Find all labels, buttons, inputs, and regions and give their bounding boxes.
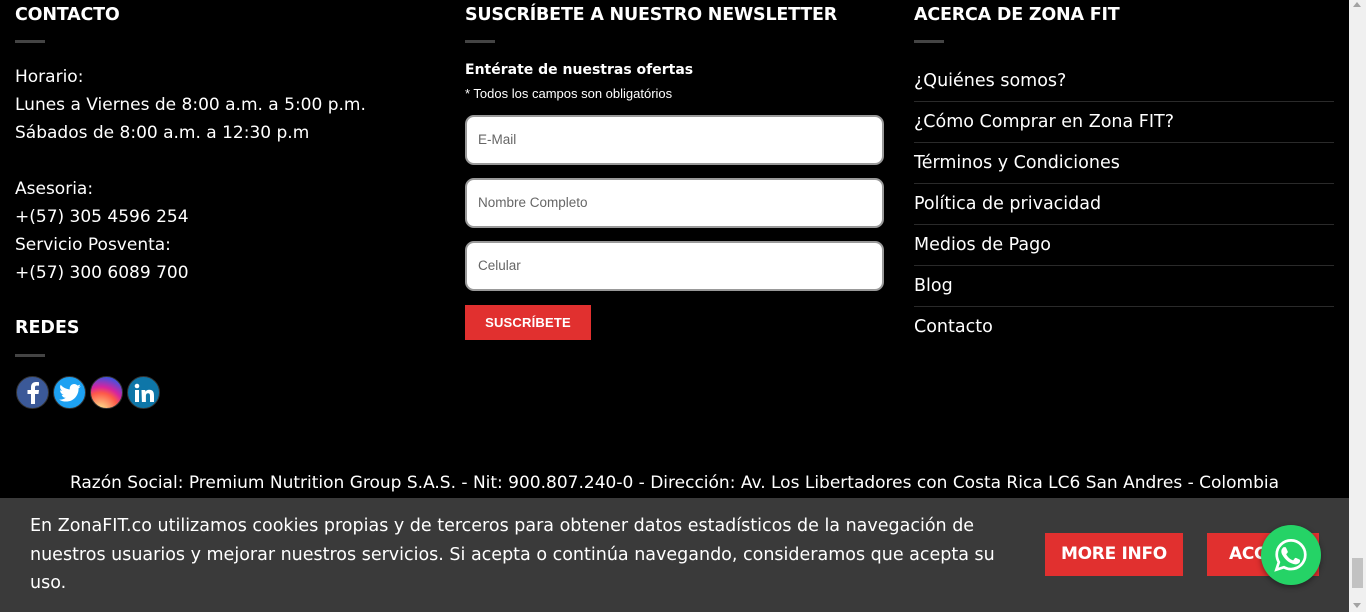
contact-title: CONTACTO [15,5,120,25]
newsletter-subtitle: Entérate de nuestras ofertas [465,62,694,78]
linkedin-icon[interactable] [127,376,160,409]
scroll-down-arrow-icon[interactable] [1353,603,1361,608]
subscribe-button[interactable]: SUSCRÍBETE [465,305,591,340]
email-field[interactable]: E-Mail [465,115,884,165]
horario-label: Horario: [15,67,84,87]
contact-info: Horario: Lunes a Viernes de 8:00 a.m. a … [15,63,435,287]
scrollbar-thumb[interactable] [1352,558,1363,588]
cookie-text: En ZonaFIT.co utilizamos cookies propias… [30,516,995,593]
required-note: * Todos los campos son obligatórios [465,86,673,101]
scroll-up-arrow-icon[interactable] [1353,2,1361,7]
twitter-icon[interactable] [53,376,86,409]
weekday-hours: Lunes a Viernes de 8:00 a.m. a 5:00 p.m. [15,95,366,115]
newsletter-title: SUSCRÍBETE A NUESTRO NEWSLETTER [465,5,838,25]
about-title: ACERCA DE ZONA FIT [914,5,1120,25]
about-link-medios-pago[interactable]: Medios de Pago [914,225,1334,266]
about-link-privacidad[interactable]: Política de privacidad [914,184,1334,225]
asesoria-label: Asesoria: [15,179,94,199]
title-divider [15,40,45,43]
instagram-icon[interactable] [90,376,123,409]
more-info-button[interactable]: MORE INFO [1045,533,1183,576]
cookie-banner: En ZonaFIT.co utilizamos cookies propias… [0,498,1349,612]
social-links [16,376,160,409]
newsletter-column: SUSCRÍBETE A NUESTRO NEWSLETTER Entérate… [465,0,885,340]
about-link-contacto[interactable]: Contacto [914,307,1334,348]
about-column: ACERCA DE ZONA FIT ¿Quiénes somos? ¿Cómo… [914,0,1334,348]
about-links: ¿Quiénes somos? ¿Cómo Comprar en Zona FI… [914,61,1334,348]
about-link-quienes[interactable]: ¿Quiénes somos? [914,61,1334,102]
title-divider [465,40,495,43]
phone-field[interactable]: Celular [465,241,884,291]
title-divider [914,40,944,43]
saturday-hours: Sábados de 8:00 a.m. a 12:30 p.m [15,123,310,143]
about-link-terminos[interactable]: Términos y Condiciones [914,143,1334,184]
posventa-label: Servicio Posventa: [15,235,171,255]
redes-title: REDES [15,318,80,338]
name-field[interactable]: Nombre Completo [465,178,884,228]
contact-column: CONTACTO Horario: Lunes a Viernes de 8:0… [15,0,435,287]
facebook-icon[interactable] [16,376,49,409]
whatsapp-icon[interactable] [1261,525,1321,585]
asesoria-phone: +(57) 305 4596 254 [15,207,189,227]
company-legal-line: Razón Social: Premium Nutrition Group S.… [69,473,1280,493]
about-link-como-comprar[interactable]: ¿Cómo Comprar en Zona FIT? [914,102,1334,143]
about-link-blog[interactable]: Blog [914,266,1334,307]
page-scrollbar[interactable] [1349,0,1366,612]
title-divider [15,354,45,357]
posventa-phone: +(57) 300 6089 700 [15,263,189,283]
